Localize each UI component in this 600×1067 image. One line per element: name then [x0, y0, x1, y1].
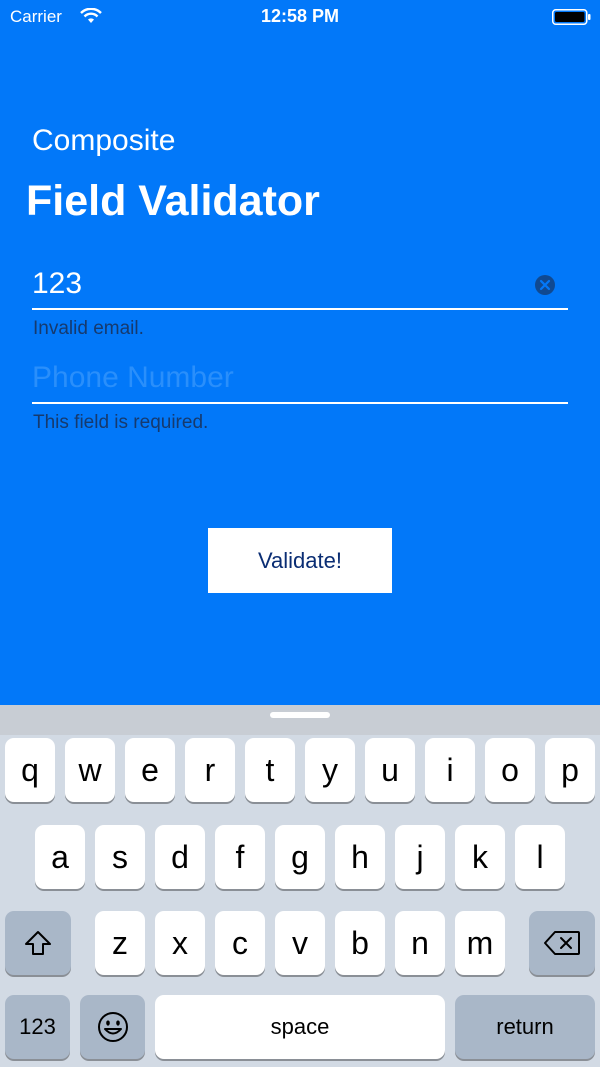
key-y[interactable]: y	[305, 738, 355, 802]
status-bar: Carrier 12:58 PM	[0, 0, 600, 34]
key-e[interactable]: e	[125, 738, 175, 802]
status-time: 12:58 PM	[260, 6, 340, 26]
key-n[interactable]: n	[395, 911, 445, 975]
shift-icon	[25, 931, 51, 955]
emoji-key[interactable]	[80, 995, 145, 1059]
phone-error: This field is required.	[33, 412, 209, 433]
key-m[interactable]: m	[455, 911, 505, 975]
key-w[interactable]: w	[65, 738, 115, 802]
email-error: Invalid email.	[33, 318, 144, 339]
return-key[interactable]: return	[455, 995, 595, 1059]
numbers-key[interactable]: 123	[5, 995, 70, 1059]
key-j[interactable]: j	[395, 825, 445, 889]
space-key[interactable]: space	[155, 995, 445, 1059]
battery-icon	[552, 9, 591, 25]
clear-icon[interactable]	[534, 274, 556, 296]
emoji-icon	[97, 1012, 128, 1042]
key-o[interactable]: o	[485, 738, 535, 802]
key-d[interactable]: d	[155, 825, 205, 889]
validate-button[interactable]: Validate!	[208, 528, 392, 593]
key-h[interactable]: h	[335, 825, 385, 889]
key-p[interactable]: p	[545, 738, 595, 802]
backspace-icon	[544, 931, 580, 955]
key-x[interactable]: x	[155, 911, 205, 975]
key-f[interactable]: f	[215, 825, 265, 889]
key-c[interactable]: c	[215, 911, 265, 975]
page-subtitle: Composite	[32, 124, 176, 157]
page-title: Field Validator	[26, 177, 320, 225]
key-b[interactable]: b	[335, 911, 385, 975]
email-input[interactable]	[32, 262, 522, 306]
key-t[interactable]: t	[245, 738, 295, 802]
email-field[interactable]	[32, 262, 568, 310]
key-r[interactable]: r	[185, 738, 235, 802]
phone-field[interactable]	[32, 356, 568, 404]
keyboard: q w e r t y u i o p a s d f g h j k l z …	[0, 705, 600, 1067]
key-s[interactable]: s	[95, 825, 145, 889]
key-z[interactable]: z	[95, 911, 145, 975]
delete-key[interactable]	[529, 911, 595, 975]
keyboard-top-bar	[0, 705, 600, 735]
key-g[interactable]: g	[275, 825, 325, 889]
key-v[interactable]: v	[275, 911, 325, 975]
key-a[interactable]: a	[35, 825, 85, 889]
key-i[interactable]: i	[425, 738, 475, 802]
phone-input[interactable]	[32, 356, 522, 400]
key-q[interactable]: q	[5, 738, 55, 802]
shift-key[interactable]	[5, 911, 71, 975]
key-l[interactable]: l	[515, 825, 565, 889]
key-k[interactable]: k	[455, 825, 505, 889]
keyboard-grabber[interactable]	[270, 712, 330, 718]
key-u[interactable]: u	[365, 738, 415, 802]
